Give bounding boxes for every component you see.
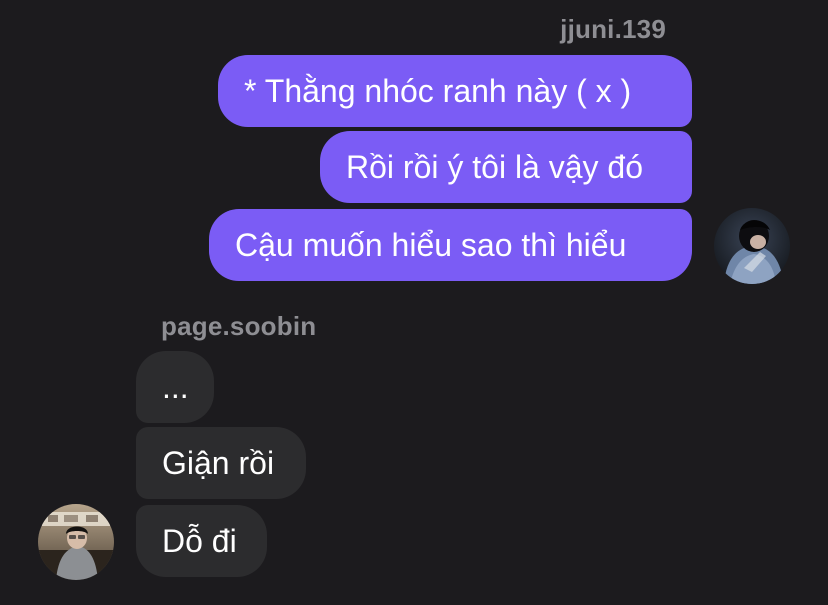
message-text: Rồi rồi ý tôi là vậy đó xyxy=(346,148,644,185)
received-message-bubble[interactable]: Dỗ đi xyxy=(136,505,267,577)
profile-photo-icon xyxy=(714,208,790,284)
message-text: Dỗ đi xyxy=(162,522,237,559)
message-text: Cậu muốn hiểu sao thì hiểu xyxy=(235,226,627,263)
message-text: ... xyxy=(162,368,189,405)
message-text: Giận rồi xyxy=(162,444,275,481)
profile-photo-icon xyxy=(38,504,114,580)
received-message-bubble[interactable]: ... xyxy=(136,351,214,423)
message-text: * Thằng nhóc ranh này ( x ) xyxy=(244,72,632,109)
message-thread: jjuni.139 * Thằng nhóc ranh này ( x ) Rồ… xyxy=(0,0,828,605)
sent-message-bubble[interactable]: * Thằng nhóc ranh này ( x ) xyxy=(218,55,692,127)
sender-username-jjuni[interactable]: jjuni.139 xyxy=(560,14,666,45)
sender-avatar-jjuni[interactable] xyxy=(714,208,790,284)
sender-avatar-soobin[interactable] xyxy=(38,504,114,580)
sent-message-bubble[interactable]: Cậu muốn hiểu sao thì hiểu xyxy=(209,209,692,281)
sender-username-soobin[interactable]: page.soobin xyxy=(161,311,316,342)
sent-message-bubble[interactable]: Rồi rồi ý tôi là vậy đó xyxy=(320,131,692,203)
received-message-bubble[interactable]: Giận rồi xyxy=(136,427,306,499)
